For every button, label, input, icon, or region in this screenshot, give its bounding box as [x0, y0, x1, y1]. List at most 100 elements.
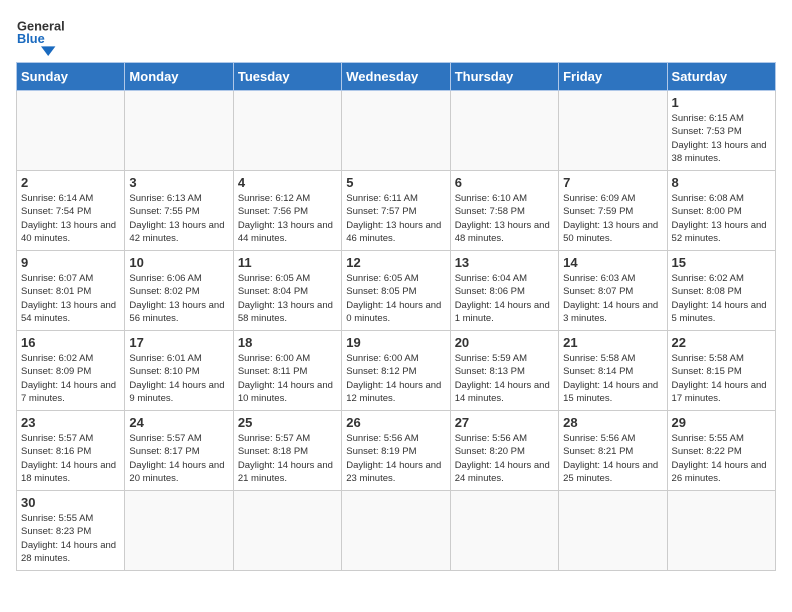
calendar-day	[125, 491, 233, 571]
day-info: Sunrise: 5:55 AM Sunset: 8:23 PM Dayligh…	[21, 512, 120, 565]
general-blue-logo: General Blue	[16, 16, 66, 56]
calendar-day: 11 Sunrise: 6:05 AM Sunset: 8:04 PM Dayli…	[233, 251, 341, 331]
calendar-table: SundayMondayTuesdayWednesdayThursdayFrid…	[16, 62, 776, 571]
calendar-day: 15 Sunrise: 6:02 AM Sunset: 8:08 PM Dayli…	[667, 251, 775, 331]
calendar-day	[450, 91, 558, 171]
day-number: 15	[672, 255, 771, 270]
calendar-day: 18Sunrise: 6:00 AM Sunset: 8:11 PM Dayli…	[233, 331, 341, 411]
day-number: 1	[672, 95, 771, 110]
day-info: Sunrise: 6:05 AM Sunset: 8:04 PM Dayligh…	[238, 272, 337, 325]
calendar-day: 2 Sunrise: 6:14 AM Sunset: 7:54 PM Daylig…	[17, 171, 125, 251]
day-info: Sunrise: 6:12 AM Sunset: 7:56 PM Dayligh…	[238, 192, 337, 245]
day-number: 29	[672, 415, 771, 430]
day-number: 25	[238, 415, 337, 430]
day-info: Sunrise: 5:58 AM Sunset: 8:14 PM Dayligh…	[563, 352, 662, 405]
day-info: Sunrise: 6:07 AM Sunset: 8:01 PM Dayligh…	[21, 272, 120, 325]
day-number: 21	[563, 335, 662, 350]
day-number: 14	[563, 255, 662, 270]
calendar-day	[233, 491, 341, 571]
calendar-day: 24Sunrise: 5:57 AM Sunset: 8:17 PM Dayli…	[125, 411, 233, 491]
calendar-day: 26Sunrise: 5:56 AM Sunset: 8:19 PM Dayli…	[342, 411, 450, 491]
calendar-day: 23 Sunrise: 5:57 AM Sunset: 8:16 PM Dayli…	[17, 411, 125, 491]
calendar-day: 14Sunrise: 6:03 AM Sunset: 8:07 PM Dayli…	[559, 251, 667, 331]
calendar-week-3: 9Sunrise: 6:07 AM Sunset: 8:01 PM Daylig…	[17, 251, 776, 331]
calendar-week-2: 2 Sunrise: 6:14 AM Sunset: 7:54 PM Daylig…	[17, 171, 776, 251]
calendar-day: 28 Sunrise: 5:56 AM Sunset: 8:21 PM Dayli…	[559, 411, 667, 491]
day-number: 11	[238, 255, 337, 270]
day-info: Sunrise: 6:05 AM Sunset: 8:05 PM Dayligh…	[346, 272, 445, 325]
day-number: 18	[238, 335, 337, 350]
day-number: 23	[21, 415, 120, 430]
calendar-day: 19 Sunrise: 6:00 AM Sunset: 8:12 PM Dayli…	[342, 331, 450, 411]
day-info: Sunrise: 6:08 AM Sunset: 8:00 PM Dayligh…	[672, 192, 771, 245]
weekday-header-sunday: Sunday	[17, 63, 125, 91]
day-info: Sunrise: 5:56 AM Sunset: 8:21 PM Dayligh…	[563, 432, 662, 485]
day-number: 19	[346, 335, 445, 350]
calendar-day: 16 Sunrise: 6:02 AM Sunset: 8:09 PM Dayli…	[17, 331, 125, 411]
calendar-day: 30 Sunrise: 5:55 AM Sunset: 8:23 PM Dayli…	[17, 491, 125, 571]
day-number: 3	[129, 175, 228, 190]
calendar-day: 25Sunrise: 5:57 AM Sunset: 8:18 PM Dayli…	[233, 411, 341, 491]
weekday-header-thursday: Thursday	[450, 63, 558, 91]
day-info: Sunrise: 6:02 AM Sunset: 8:08 PM Dayligh…	[672, 272, 771, 325]
day-info: Sunrise: 6:01 AM Sunset: 8:10 PM Dayligh…	[129, 352, 228, 405]
calendar-day: 4Sunrise: 6:12 AM Sunset: 7:56 PM Daylig…	[233, 171, 341, 251]
calendar-day	[17, 91, 125, 171]
calendar-day: 13 Sunrise: 6:04 AM Sunset: 8:06 PM Dayli…	[450, 251, 558, 331]
calendar-day: 17 Sunrise: 6:01 AM Sunset: 8:10 PM Dayli…	[125, 331, 233, 411]
calendar-day	[559, 491, 667, 571]
calendar-week-1: 1Sunrise: 6:15 AM Sunset: 7:53 PM Daylig…	[17, 91, 776, 171]
calendar-week-4: 16 Sunrise: 6:02 AM Sunset: 8:09 PM Dayli…	[17, 331, 776, 411]
day-info: Sunrise: 5:59 AM Sunset: 8:13 PM Dayligh…	[455, 352, 554, 405]
weekday-row: SundayMondayTuesdayWednesdayThursdayFrid…	[17, 63, 776, 91]
day-number: 24	[129, 415, 228, 430]
calendar-day: 1Sunrise: 6:15 AM Sunset: 7:53 PM Daylig…	[667, 91, 775, 171]
day-info: Sunrise: 6:14 AM Sunset: 7:54 PM Dayligh…	[21, 192, 120, 245]
day-number: 30	[21, 495, 120, 510]
calendar-day: 20 Sunrise: 5:59 AM Sunset: 8:13 PM Dayli…	[450, 331, 558, 411]
day-number: 2	[21, 175, 120, 190]
day-info: Sunrise: 6:10 AM Sunset: 7:58 PM Dayligh…	[455, 192, 554, 245]
day-info: Sunrise: 6:13 AM Sunset: 7:55 PM Dayligh…	[129, 192, 228, 245]
calendar-body: 1Sunrise: 6:15 AM Sunset: 7:53 PM Daylig…	[17, 91, 776, 571]
calendar-day	[125, 91, 233, 171]
day-info: Sunrise: 5:56 AM Sunset: 8:20 PM Dayligh…	[455, 432, 554, 485]
calendar-day	[450, 491, 558, 571]
calendar-day	[559, 91, 667, 171]
calendar-day: 9Sunrise: 6:07 AM Sunset: 8:01 PM Daylig…	[17, 251, 125, 331]
day-info: Sunrise: 6:04 AM Sunset: 8:06 PM Dayligh…	[455, 272, 554, 325]
page-header: General Blue	[16, 16, 776, 56]
day-info: Sunrise: 6:09 AM Sunset: 7:59 PM Dayligh…	[563, 192, 662, 245]
day-number: 6	[455, 175, 554, 190]
calendar-day: 7 Sunrise: 6:09 AM Sunset: 7:59 PM Daylig…	[559, 171, 667, 251]
day-info: Sunrise: 6:02 AM Sunset: 8:09 PM Dayligh…	[21, 352, 120, 405]
calendar-day: 10Sunrise: 6:06 AM Sunset: 8:02 PM Dayli…	[125, 251, 233, 331]
day-number: 28	[563, 415, 662, 430]
day-number: 17	[129, 335, 228, 350]
weekday-header-monday: Monday	[125, 63, 233, 91]
day-info: Sunrise: 5:55 AM Sunset: 8:22 PM Dayligh…	[672, 432, 771, 485]
day-number: 20	[455, 335, 554, 350]
calendar-day	[667, 491, 775, 571]
day-number: 27	[455, 415, 554, 430]
day-number: 13	[455, 255, 554, 270]
calendar-day: 27 Sunrise: 5:56 AM Sunset: 8:20 PM Dayli…	[450, 411, 558, 491]
calendar-day: 8Sunrise: 6:08 AM Sunset: 8:00 PM Daylig…	[667, 171, 775, 251]
day-number: 16	[21, 335, 120, 350]
calendar-day: 6 Sunrise: 6:10 AM Sunset: 7:58 PM Daylig…	[450, 171, 558, 251]
day-info: Sunrise: 5:57 AM Sunset: 8:16 PM Dayligh…	[21, 432, 120, 485]
weekday-header-friday: Friday	[559, 63, 667, 91]
svg-text:Blue: Blue	[17, 31, 45, 46]
day-number: 22	[672, 335, 771, 350]
calendar-day: 5Sunrise: 6:11 AM Sunset: 7:57 PM Daylig…	[342, 171, 450, 251]
calendar-header: SundayMondayTuesdayWednesdayThursdayFrid…	[17, 63, 776, 91]
calendar-day: 12Sunrise: 6:05 AM Sunset: 8:05 PM Dayli…	[342, 251, 450, 331]
calendar-week-5: 23 Sunrise: 5:57 AM Sunset: 8:16 PM Dayli…	[17, 411, 776, 491]
day-number: 7	[563, 175, 662, 190]
day-info: Sunrise: 6:06 AM Sunset: 8:02 PM Dayligh…	[129, 272, 228, 325]
calendar-day: 22Sunrise: 5:58 AM Sunset: 8:15 PM Dayli…	[667, 331, 775, 411]
day-info: Sunrise: 6:11 AM Sunset: 7:57 PM Dayligh…	[346, 192, 445, 245]
day-info: Sunrise: 6:00 AM Sunset: 8:12 PM Dayligh…	[346, 352, 445, 405]
day-info: Sunrise: 5:56 AM Sunset: 8:19 PM Dayligh…	[346, 432, 445, 485]
weekday-header-saturday: Saturday	[667, 63, 775, 91]
